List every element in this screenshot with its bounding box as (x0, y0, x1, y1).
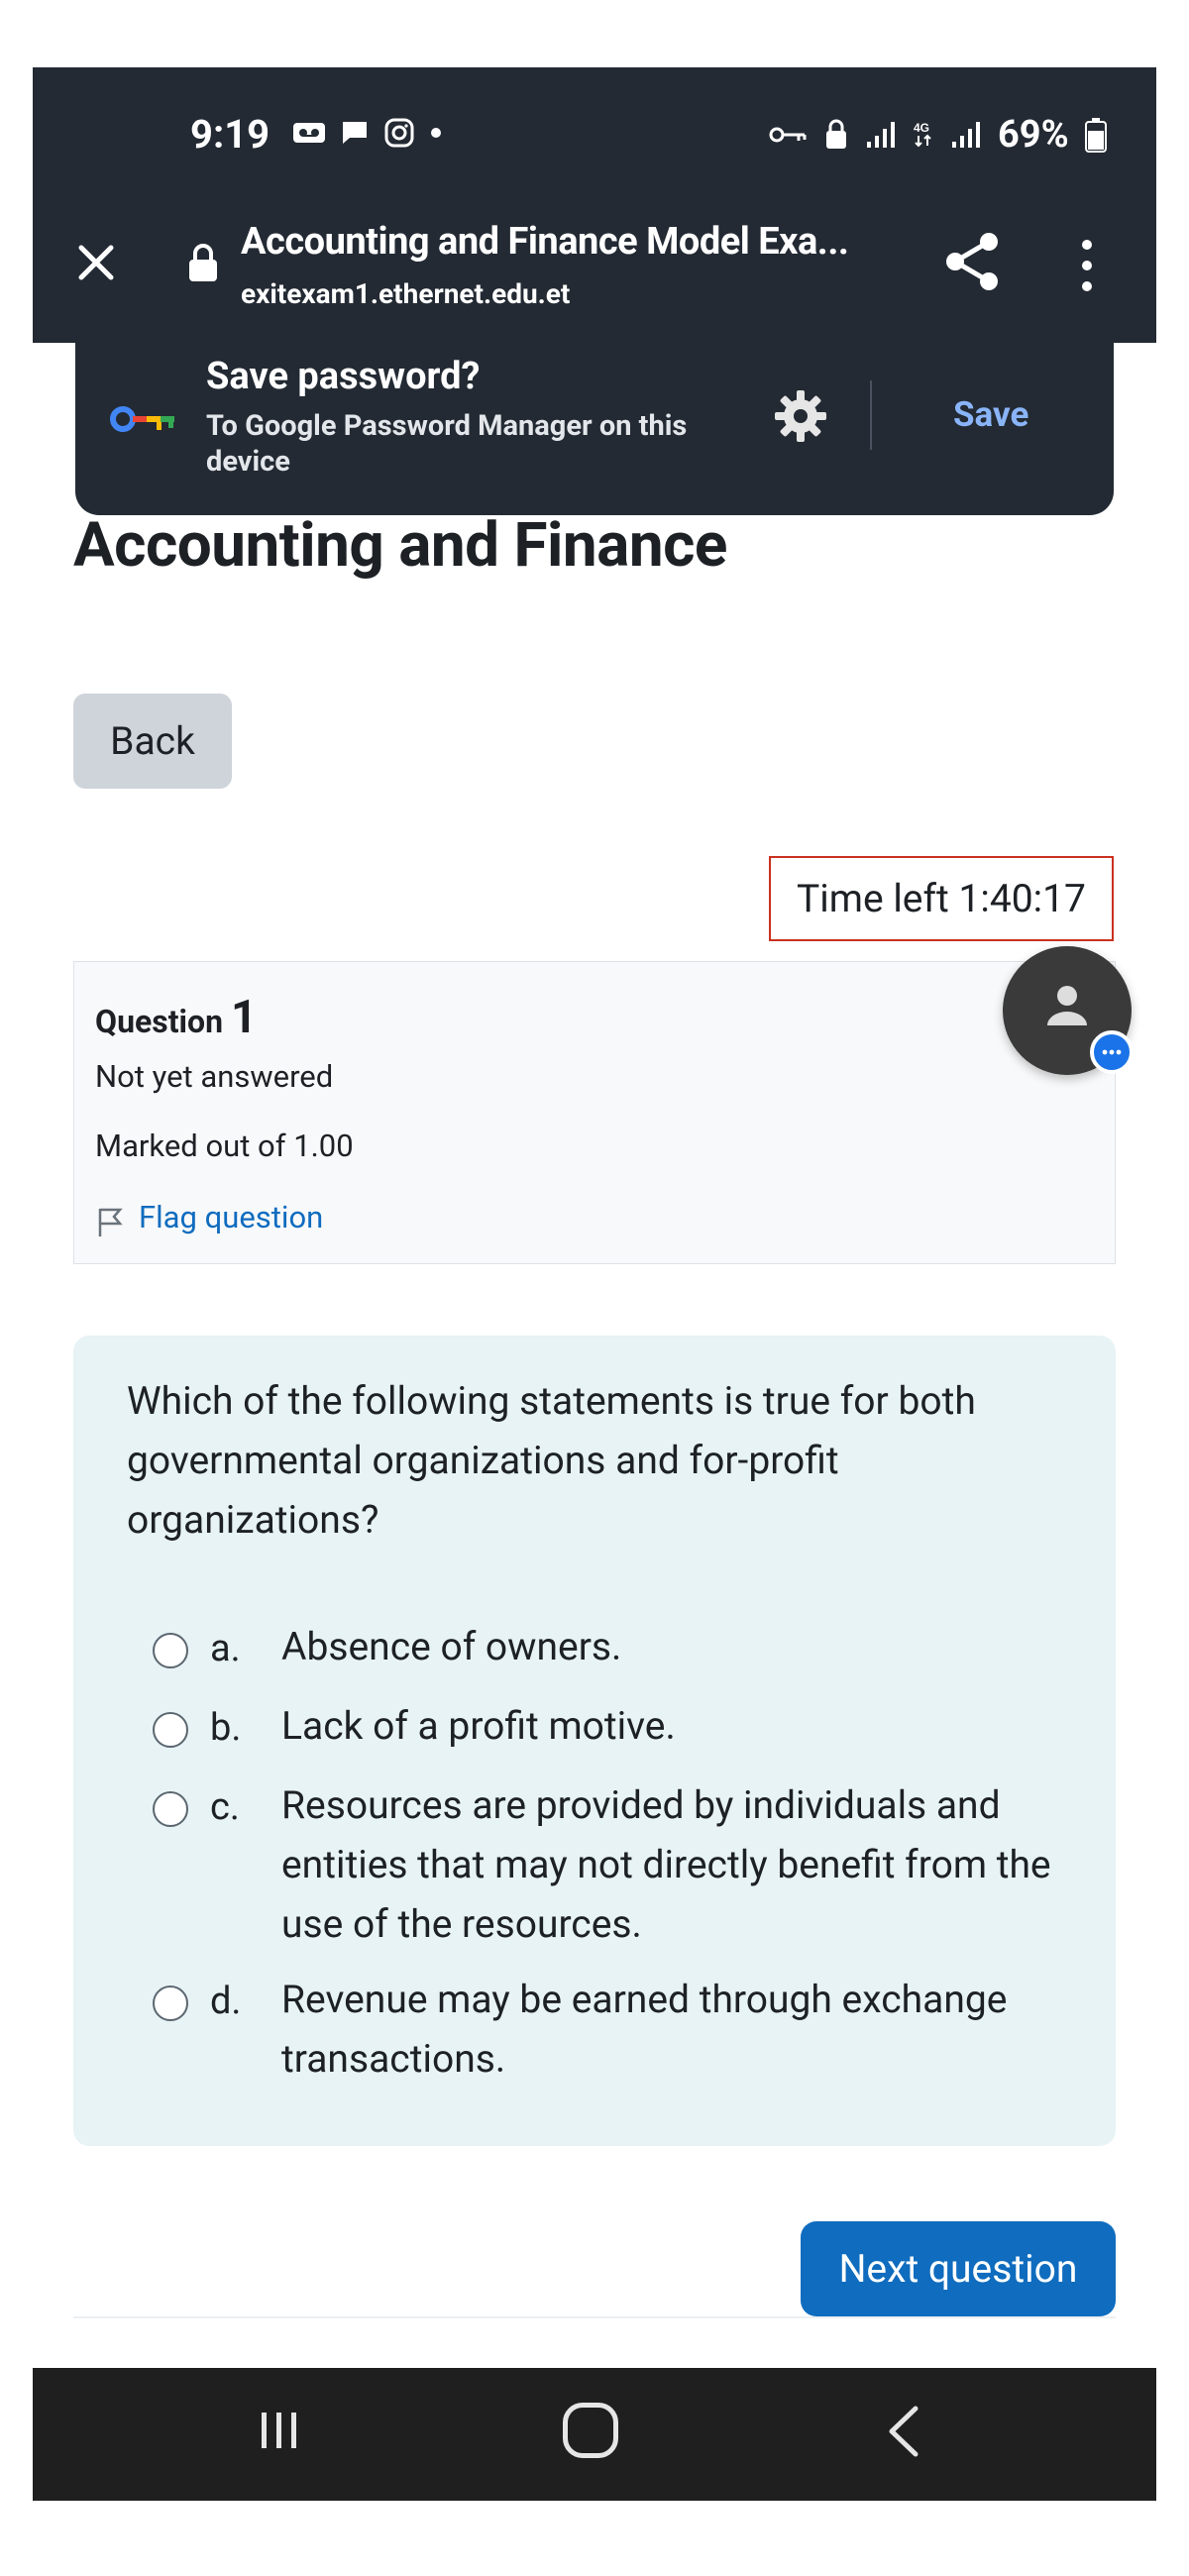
chat-bubble-icon[interactable] (1090, 1030, 1134, 1074)
page-heading: Accounting and Finance (73, 509, 727, 582)
flag-question-link[interactable]: Flag question (139, 1199, 323, 1235)
flag-icon[interactable] (97, 1207, 125, 1236)
option-d-radio[interactable] (153, 1986, 188, 2021)
time-left-timer: Time left 1:40:17 (769, 856, 1114, 941)
browser-top-bar (33, 67, 1156, 343)
more-options-icon[interactable] (1080, 238, 1094, 293)
next-question-button[interactable]: Next question (801, 2221, 1116, 2316)
save-password-title: Save password? (206, 355, 481, 398)
svg-text:4G: 4G (914, 121, 929, 135)
dot-icon (431, 128, 441, 138)
option-c-text[interactable]: Resources are provided by individuals an… (281, 1775, 1054, 1954)
status-time: 9:19 (190, 111, 270, 158)
option-c-letter: c. (210, 1785, 240, 1829)
page-title[interactable]: Accounting and Finance Model Exa... (241, 220, 849, 264)
option-b-text[interactable]: Lack of a profit motive. (281, 1696, 1054, 1756)
footer-divider (73, 2316, 1116, 2318)
instagram-icon (384, 118, 414, 148)
question-marks: Marked out of 1.00 (95, 1127, 354, 1164)
back-arrow-icon[interactable] (884, 2403, 923, 2460)
home-icon[interactable] (563, 2403, 618, 2458)
save-password-button[interactable]: Save (953, 394, 1028, 435)
battery-percent: 69% (998, 113, 1069, 157)
option-d-text[interactable]: Revenue may be earned through exchange t… (281, 1970, 1054, 2089)
question-label: Question 1 (95, 991, 257, 1044)
option-a-letter: a. (210, 1627, 241, 1670)
popup-divider (870, 380, 872, 450)
close-tab-icon[interactable] (71, 238, 121, 287)
status-system-icons: 4G 69% (768, 113, 1107, 157)
lock-icon[interactable] (186, 243, 220, 282)
share-icon[interactable] (943, 230, 1001, 293)
question-label-text: Question (95, 1003, 223, 1040)
signal-2-icon (952, 122, 980, 148)
gear-icon[interactable] (773, 388, 828, 444)
4g-icon: 4G (914, 121, 931, 148)
question-number: 1 (230, 991, 258, 1044)
signal-icon (867, 122, 895, 148)
chat-dots-icon (1102, 1049, 1122, 1055)
status-notification-icons (292, 117, 443, 149)
back-button[interactable]: Back (73, 694, 232, 789)
voicemail-icon (293, 123, 325, 143)
battery-icon (1084, 118, 1107, 153)
option-d-letter: d. (210, 1980, 242, 2023)
vpn-key-icon (769, 127, 807, 143)
option-b-radio[interactable] (153, 1712, 188, 1748)
question-text: Which of the following statements is tru… (127, 1378, 976, 1543)
option-a-text[interactable]: Absence of owners. (281, 1617, 1054, 1676)
option-b-letter: b. (210, 1706, 242, 1750)
option-a-radio[interactable] (153, 1633, 188, 1668)
option-c-radio[interactable] (153, 1791, 188, 1827)
message-icon (343, 122, 367, 144)
save-password-subtitle: To Google Password Manager on this devic… (206, 409, 688, 479)
lock-status-icon (826, 119, 846, 149)
url-host[interactable]: exitexam1.ethernet.edu.et (241, 277, 570, 310)
question-status: Not yet answered (95, 1058, 334, 1095)
recent-apps-icon[interactable] (254, 2403, 305, 2458)
password-key-icon (110, 406, 174, 432)
